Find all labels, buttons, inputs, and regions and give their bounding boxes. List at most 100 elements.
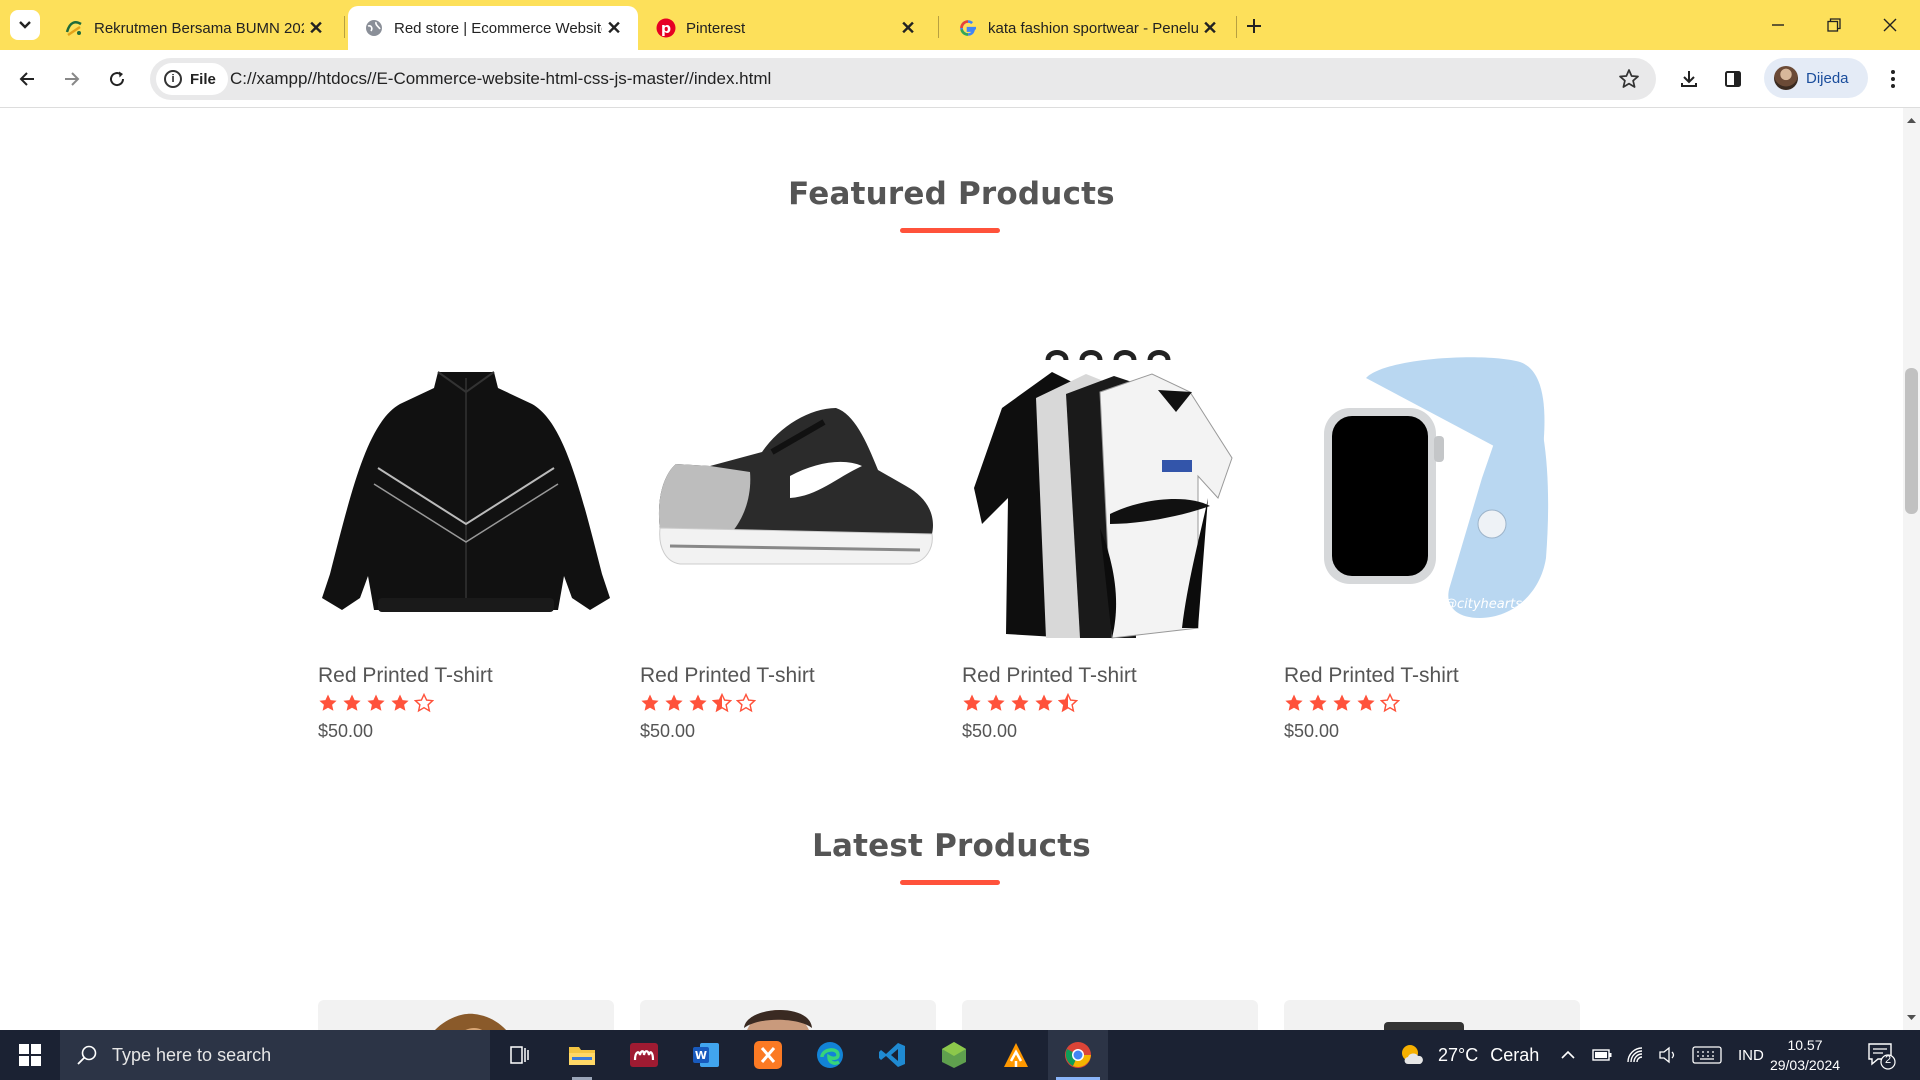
tab-title: kata fashion sportwear - Penelu	[988, 19, 1198, 37]
mendeley-button[interactable]	[614, 1030, 674, 1080]
site-info-chip[interactable]: i File	[156, 63, 228, 95]
minimize-button[interactable]	[1750, 0, 1806, 50]
page-scrollbar[interactable]	[1903, 108, 1920, 1030]
tab-divider	[938, 16, 939, 38]
word-button[interactable]: W	[676, 1030, 736, 1080]
close-window-button[interactable]	[1862, 0, 1918, 50]
tab-red-store[interactable]: Red store | Ecommerce Website ✕	[348, 6, 638, 50]
reload-button[interactable]	[100, 62, 134, 96]
keyboard-icon[interactable]	[1692, 1046, 1722, 1064]
tab-search-button[interactable]	[10, 10, 40, 40]
taskbar-clock[interactable]: 10.57 29/03/2024	[1760, 1035, 1850, 1075]
product-price: $50.00	[318, 721, 374, 741]
chevron-up-icon[interactable]	[1560, 1047, 1576, 1063]
task-view-button[interactable]	[490, 1030, 550, 1080]
avatar	[1774, 66, 1798, 90]
star-half-icon	[1058, 693, 1078, 713]
clock-date: 29/03/2024	[1769, 1057, 1841, 1073]
product-name[interactable]: Red Printed T-shirt	[318, 664, 493, 688]
file-explorer-icon	[569, 1047, 595, 1065]
title-underline	[900, 228, 1000, 233]
product-name[interactable]: Red Printed T-shirt	[640, 664, 815, 688]
star-filled-icon	[391, 694, 409, 711]
close-icon[interactable]: ✕	[1198, 16, 1222, 40]
xampp-button[interactable]	[738, 1030, 798, 1080]
product-image-hoodie[interactable]	[318, 1000, 614, 1030]
scrollbar-thumb[interactable]	[1905, 368, 1918, 514]
start-button[interactable]	[0, 1030, 60, 1080]
kebab-menu-icon	[1891, 70, 1895, 88]
chrome-icon	[1065, 1042, 1091, 1068]
xampp-icon	[754, 1041, 782, 1069]
latest-product-card[interactable]	[640, 1000, 936, 1030]
latest-product-card[interactable]	[318, 1000, 614, 1030]
battery-icon[interactable]	[1592, 1048, 1612, 1062]
latest-product-card[interactable]	[962, 1000, 1258, 1030]
notification-count: 2	[1884, 1054, 1892, 1066]
product-image-man[interactable]	[640, 1000, 936, 1030]
back-button[interactable]	[10, 62, 44, 96]
task-view-icon	[510, 1046, 529, 1064]
new-tab-button[interactable]	[1240, 12, 1268, 40]
tab-rekrutmen[interactable]: Rekrutmen Bersama BUMN 202 ✕	[48, 6, 340, 50]
star-filled-icon	[1011, 694, 1029, 711]
product-name[interactable]: Red Printed T-shirt	[1284, 664, 1459, 688]
vscode-button[interactable]	[862, 1030, 922, 1080]
url-text[interactable]: C://xampp//htdocs//E-Commerce-website-ht…	[230, 69, 771, 89]
star-filled-icon	[1357, 694, 1375, 711]
tab-strip: Rekrutmen Bersama BUMN 202 ✕ Red store |…	[0, 0, 1920, 50]
title-underline	[900, 880, 1000, 885]
volume-icon[interactable]	[1658, 1046, 1678, 1064]
sublime-button[interactable]	[986, 1030, 1046, 1080]
chip-label: File	[190, 70, 216, 88]
scroll-up-icon[interactable]	[1907, 116, 1916, 125]
tab-google-search[interactable]: kata fashion sportwear - Penelu ✕	[942, 6, 1234, 50]
nodejs-button[interactable]	[924, 1030, 984, 1080]
tab-title: Red store | Ecommerce Website	[394, 19, 602, 37]
rating-stars	[640, 693, 756, 713]
star-filled-icon	[343, 694, 361, 711]
close-icon[interactable]: ✕	[602, 16, 626, 40]
star-filled-icon	[1285, 694, 1303, 711]
search-placeholder: Type here to search	[112, 1044, 272, 1065]
downloads-button[interactable]	[1672, 62, 1706, 96]
product-image-watch[interactable]: @cityhearts	[1284, 348, 1580, 644]
side-panel-button[interactable]	[1716, 62, 1750, 96]
nodejs-icon	[942, 1042, 966, 1068]
restore-button[interactable]	[1806, 0, 1862, 50]
latest-product-card[interactable]	[1284, 1000, 1580, 1030]
browser-toolbar: i File C://xampp//htdocs//E-Commerce-web…	[0, 50, 1920, 108]
star-filled-icon	[319, 694, 337, 711]
star-empty-icon	[414, 693, 434, 713]
bookmark-star-icon[interactable]	[1618, 68, 1640, 90]
scroll-down-icon[interactable]	[1907, 1013, 1916, 1022]
weather-temp: 27°C	[1438, 1044, 1479, 1065]
image-watermark: @cityhearts	[1444, 597, 1522, 612]
browser-menu-button[interactable]	[1876, 62, 1910, 96]
product-image-dark-item[interactable]	[1284, 1000, 1580, 1030]
chrome-button[interactable]	[1048, 1030, 1108, 1080]
edge-button[interactable]	[800, 1030, 860, 1080]
notification-center-button[interactable]: 2	[1866, 1040, 1896, 1070]
reload-icon	[110, 71, 125, 87]
latest-products-title: Latest Products	[812, 828, 1091, 864]
wifi-icon[interactable]	[1626, 1046, 1646, 1064]
tab-pinterest[interactable]: p Pinterest ✕	[640, 6, 932, 50]
star-filled-icon	[1035, 694, 1053, 711]
file-explorer-button[interactable]	[552, 1030, 612, 1080]
taskbar-search-input[interactable]: Type here to search	[60, 1030, 490, 1080]
mendeley-icon	[630, 1043, 658, 1067]
close-icon[interactable]: ✕	[304, 16, 328, 40]
product-name[interactable]: Red Printed T-shirt	[962, 664, 1137, 688]
star-filled-icon	[1333, 694, 1351, 711]
forward-button[interactable]	[55, 62, 89, 96]
close-icon[interactable]: ✕	[896, 16, 920, 40]
star-filled-icon	[665, 694, 683, 711]
address-bar[interactable]: i File C://xampp//htdocs//E-Commerce-web…	[150, 58, 1656, 100]
profile-button[interactable]: Dijeda	[1764, 58, 1868, 98]
product-image-jacket[interactable]	[318, 348, 614, 644]
weather-condition: Cerah	[1490, 1044, 1540, 1065]
product-image-jerseys[interactable]	[962, 348, 1258, 644]
product-image-shoe[interactable]	[640, 348, 936, 644]
weather-widget[interactable]: 27°C Cerah	[1398, 1030, 1539, 1080]
